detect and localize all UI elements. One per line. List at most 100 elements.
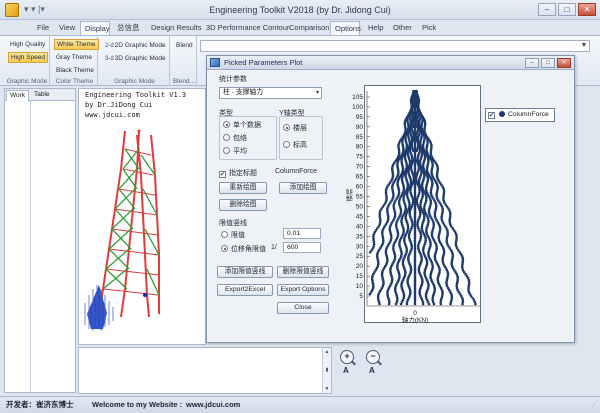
tab-comparison[interactable]: Comparison xyxy=(285,21,329,35)
dialog-title-bar[interactable]: Picked Parameters Plot ‒ □ ✕ xyxy=(207,56,574,70)
y-tick-label: 105 xyxy=(352,94,363,101)
radio-single-data-label: 单个数据 xyxy=(233,122,261,129)
group-label-color-theme: Color Theme xyxy=(55,78,94,85)
drift-limit-input[interactable]: 600 xyxy=(283,242,321,253)
data-point xyxy=(412,89,415,93)
2d-icon: 2-d xyxy=(105,43,114,49)
group-label-graphic-mode: Graphic Mode xyxy=(6,78,48,85)
group-label-graphic-mode-2: Graphic Mode xyxy=(114,78,155,85)
specify-title-checkbox[interactable]: ✔ 指定标题 xyxy=(219,168,257,178)
dialog-close-icon[interactable]: ✕ xyxy=(557,58,571,68)
status-bar: 开发者：崔济东博士 Welcome to my Website : www.jd… xyxy=(0,396,600,413)
ribbon-group-graphic-mode: High Quality High Speed Graphic Mode xyxy=(5,36,50,86)
tab-general-info[interactable]: 总信息 xyxy=(113,21,143,35)
checkmark-icon: ✔ xyxy=(219,171,226,178)
dialog-maximize-button[interactable]: □ xyxy=(541,58,555,68)
status-website-link[interactable]: www.jdcui.com xyxy=(186,397,240,413)
tab-view[interactable]: View xyxy=(55,21,77,35)
add-plot-button[interactable]: 添加绘图 xyxy=(279,182,327,194)
3d-graphic-mode-label: 3D Graphic Mode xyxy=(114,55,166,62)
radio-elevation[interactable]: 标高 xyxy=(283,140,307,150)
tab-work[interactable]: Work xyxy=(6,90,30,101)
stat-param-select[interactable]: 柱 - 支撑轴力 ▾ xyxy=(219,87,322,99)
minimize-button[interactable]: ‒ xyxy=(538,3,556,16)
ribbon-group-color-theme: White Theme Gray Theme Black Theme Color… xyxy=(52,36,99,86)
tab-file[interactable]: File xyxy=(33,21,51,35)
chart-legend[interactable]: ✔ ColumnForce xyxy=(485,108,555,122)
gray-theme-button[interactable]: Gray Theme xyxy=(54,52,94,63)
y-tick-label: 60 xyxy=(356,184,364,191)
window-title: Engineering Toolkit V2018 (by Dr. Jidong… xyxy=(209,5,391,15)
high-quality-button[interactable]: High Quality xyxy=(8,39,47,50)
radio-elevation-label: 标高 xyxy=(293,142,307,149)
blend-button[interactable]: Blend xyxy=(174,40,195,51)
scroll-down-icon[interactable]: ▼ xyxy=(323,385,331,393)
radio-limit-value[interactable]: 限值 xyxy=(221,230,245,240)
y-tick-label: 35 xyxy=(356,233,364,240)
dialog-minimize-button[interactable]: ‒ xyxy=(525,58,539,68)
stat-param-value: 柱 - 支撑轴力 xyxy=(223,89,264,96)
y-tick-label: 85 xyxy=(356,134,364,141)
ribbon-input-bar[interactable] xyxy=(200,40,590,52)
window-controls: ‒ □ ✕ xyxy=(538,3,596,16)
radio-envelope-label: 包络 xyxy=(233,135,247,142)
2d-graphic-mode-button[interactable]: 2-d2D Graphic Mode xyxy=(103,40,168,51)
canvas-banner-line-1: Engineering Toolkit V1.3 xyxy=(85,91,187,99)
add-limit-line-button[interactable]: 添加限值竖线 xyxy=(217,266,273,278)
radio-dot-icon xyxy=(221,245,228,252)
radio-dot-icon xyxy=(223,147,230,154)
model-canvas[interactable]: Engineering Toolkit V1.3 by Dr.JiDong Cu… xyxy=(78,88,206,345)
ribbon-group-graphic-mode-2: 2-d2D Graphic Mode 3-d3D Graphic Mode Gr… xyxy=(100,36,170,86)
delete-limit-line-button[interactable]: 删除限值竖线 xyxy=(277,266,329,278)
y-tick-label: 55 xyxy=(356,194,364,201)
limit-value-input[interactable]: 0.01 xyxy=(283,228,321,239)
specify-title-label: 指定标题 xyxy=(229,170,257,177)
maximize-button[interactable]: □ xyxy=(558,3,576,16)
log-scrollbar[interactable]: ▲ ▮ ▼ xyxy=(322,348,331,393)
tab-table[interactable]: Table xyxy=(31,90,53,101)
legend-marker-icon xyxy=(499,110,505,117)
menu-bar: File View Display 总信息 Design Results 3D … xyxy=(0,20,600,35)
radio-drift-limit[interactable]: 位移角限值 xyxy=(221,244,266,254)
y-axis-label: 楼层 xyxy=(346,188,354,202)
redraw-button[interactable]: 重新绘图 xyxy=(219,182,267,194)
black-theme-button[interactable]: Black Theme xyxy=(54,65,96,76)
close-button[interactable]: ✕ xyxy=(578,3,596,16)
y-tick-label: 75 xyxy=(356,154,364,161)
delete-plot-button[interactable]: 删除绘图 xyxy=(219,199,267,211)
radio-average[interactable]: 平均 xyxy=(223,146,247,156)
tab-pick[interactable]: Pick xyxy=(418,21,438,35)
3d-graphic-mode-button[interactable]: 3-d3D Graphic Mode xyxy=(103,53,168,64)
high-speed-button[interactable]: High Speed xyxy=(8,52,48,63)
tab-other[interactable]: Other xyxy=(389,21,413,35)
y-tick-label: 65 xyxy=(356,174,364,181)
scroll-thumb[interactable]: ▮ xyxy=(323,366,331,374)
dialog-app-icon xyxy=(210,58,220,67)
left-panel: Work Table xyxy=(4,88,76,393)
export-options-button[interactable]: Export Options xyxy=(277,284,329,296)
radio-envelope[interactable]: 包络 xyxy=(223,133,247,143)
resize-grip-icon[interactable]: ⋰ xyxy=(591,397,598,413)
3d-icon: 3-d xyxy=(105,56,114,62)
radio-single-data[interactable]: 单个数据 xyxy=(223,120,261,130)
tab-display[interactable]: Display xyxy=(80,21,110,35)
panel-splitter[interactable] xyxy=(30,101,31,392)
scroll-up-icon[interactable]: ▲ xyxy=(323,348,331,356)
chevron-down-icon[interactable]: ▼ xyxy=(578,40,590,52)
close-dialog-button[interactable]: Close xyxy=(277,302,329,314)
output-log-panel[interactable]: ▲ ▮ ▼ xyxy=(78,347,332,394)
legend-checkbox[interactable]: ✔ xyxy=(488,112,495,119)
radio-dot-icon xyxy=(223,134,230,141)
dialog-scrollbar[interactable] xyxy=(565,71,573,341)
2d-graphic-mode-label: 2D Graphic Mode xyxy=(114,42,166,49)
export-excel-button[interactable]: Export2Excel xyxy=(217,284,273,296)
white-theme-button[interactable]: White Theme xyxy=(54,39,99,50)
tab-help[interactable]: Help xyxy=(364,21,384,35)
tab-3d-performance-contour[interactable]: 3D Performance Contour xyxy=(202,21,289,35)
radio-floor[interactable]: 楼层 xyxy=(283,123,307,133)
radio-average-label: 平均 xyxy=(233,148,247,155)
tab-design-results[interactable]: Design Results xyxy=(147,21,201,35)
y-tick-label: 40 xyxy=(356,223,364,230)
tab-options[interactable]: Options xyxy=(330,21,361,35)
column-force-chart[interactable]: 5 10 15 20 25 30 35 40 45 50 55 60 65 70 75 80 85 90 95 100… xyxy=(352,85,481,324)
